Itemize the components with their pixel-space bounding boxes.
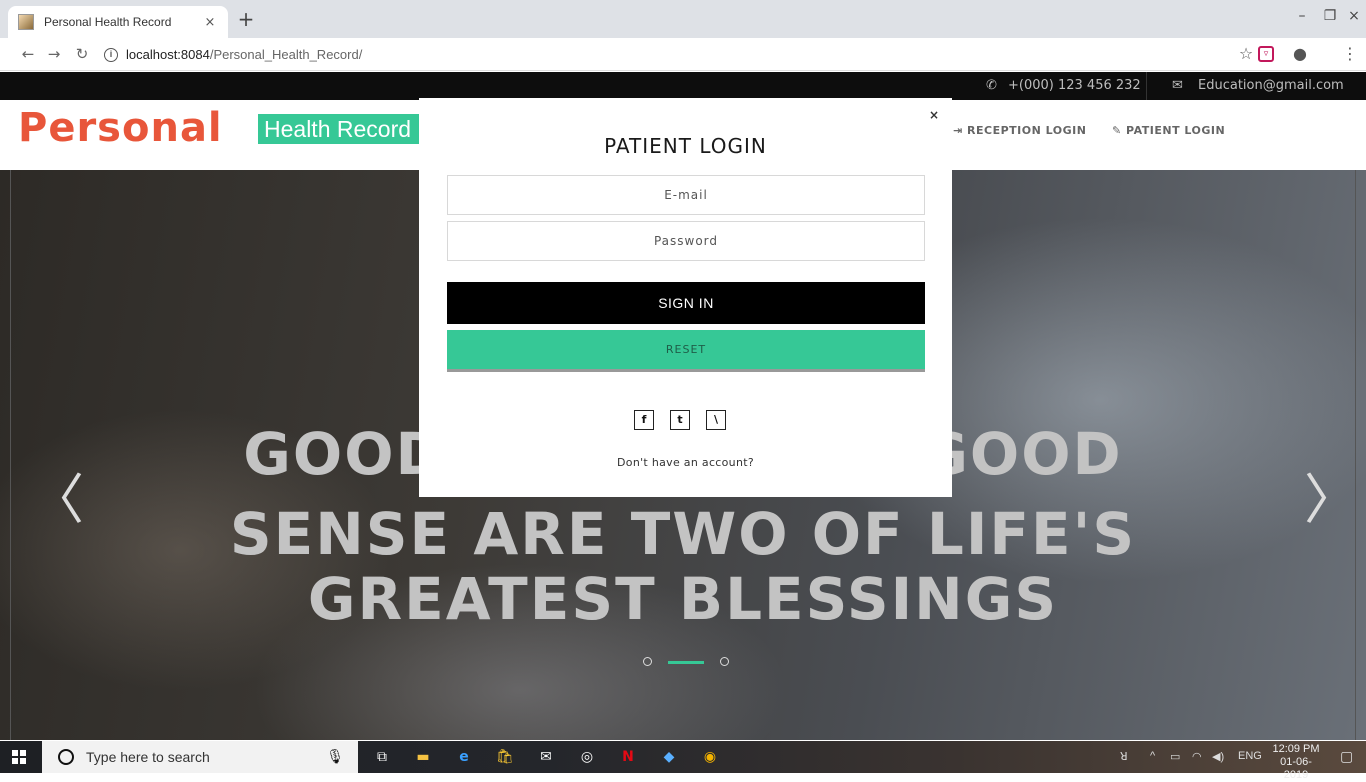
carousel-indicator-1[interactable] — [643, 657, 652, 666]
hero-heading-line-3: GREATEST BLESSINGS — [307, 565, 1059, 633]
browser-toolbar: ← → ↻ i localhost:8084/Personal_Health_R… — [0, 38, 1366, 71]
email-field[interactable] — [447, 175, 925, 215]
modal-title: PATIENT LOGIN — [604, 134, 767, 158]
browser-tab[interactable]: Personal Health Record × — [8, 6, 228, 38]
site-info-icon[interactable]: i — [104, 47, 118, 62]
microphone-icon[interactable]: 🎙 — [326, 749, 344, 765]
address-bar[interactable]: i localhost:8084/Personal_Health_Record/ — [104, 42, 1224, 67]
carousel-next-arrow-icon[interactable]: 〉 — [1304, 455, 1358, 534]
hero-heading-line-2: SENSE ARE TWO OF LIFE'S — [229, 500, 1137, 568]
logo-main-text[interactable]: Personal — [18, 105, 223, 151]
window-minimize-button[interactable]: – — [1292, 8, 1312, 24]
url-path: /Personal_Health_Record/ — [209, 47, 363, 62]
tab-title: Personal Health Record — [44, 15, 172, 29]
cortana-icon — [58, 749, 74, 765]
rss-icon[interactable]: \ — [706, 410, 726, 430]
reset-button[interactable]: RESET — [447, 330, 925, 372]
phone-number: +(000) 123 456 232 — [1008, 78, 1141, 93]
profile-avatar-icon[interactable]: ● — [1290, 44, 1310, 63]
nav-patient-login-label: PATIENT LOGIN — [1126, 124, 1226, 137]
url-text: localhost:8084/Personal_Health_Record/ — [126, 47, 362, 62]
sign-in-button[interactable]: SIGN IN — [447, 282, 925, 324]
sign-in-icon: ⇥ — [953, 124, 968, 137]
nav-reception-login-label: RECEPTION LOGIN — [967, 124, 1087, 137]
window-close-button[interactable]: × — [1344, 8, 1364, 24]
store-icon[interactable]: 🛍 — [495, 747, 515, 767]
nav-patient-login[interactable]: ✎ PATIENT LOGIN — [1112, 124, 1225, 137]
windows-start-icon[interactable] — [12, 750, 26, 764]
back-arrow-icon[interactable]: ← — [18, 45, 38, 63]
chrome-icon[interactable]: ◉ — [700, 747, 720, 767]
battery-icon: ▭ — [1170, 751, 1181, 763]
facebook-icon[interactable]: f — [634, 410, 654, 430]
phone-icon: ✆ — [986, 78, 997, 93]
carousel-prev-arrow-icon[interactable]: 〈 — [30, 455, 84, 534]
tab-close-icon[interactable]: × — [202, 15, 218, 30]
volume-icon[interactable]: ◀) — [1212, 750, 1224, 763]
window-maximize-button[interactable]: ❐ — [1320, 8, 1340, 24]
browser-menu-icon[interactable]: ⋮ — [1340, 44, 1360, 63]
browser-tab-strip: Personal Health Record × + – ❐ × — [0, 0, 1366, 38]
extension-icon[interactable]: ▿ — [1258, 46, 1274, 62]
patient-login-modal: × PATIENT LOGIN SIGN IN RESET f t \ Don'… — [419, 98, 952, 497]
url-host: localhost:8084 — [126, 47, 210, 62]
tray-chevron-icon[interactable]: ^ — [1150, 750, 1155, 762]
media-player-icon[interactable]: ◎ — [577, 747, 597, 767]
nav-reception-login[interactable]: ⇥ RECEPTION LOGIN — [953, 124, 1086, 137]
contact-bar: ✆ +(000) 123 456 232 ✉ Education@gmail.c… — [0, 72, 1366, 100]
people-icon[interactable]: ꓤ — [1120, 750, 1128, 763]
signup-link[interactable]: Don't have an account? — [419, 456, 952, 469]
edit-icon: ✎ — [1112, 124, 1127, 137]
netflix-icon[interactable]: N — [618, 747, 638, 767]
edge-browser-icon[interactable]: e — [454, 747, 474, 767]
language-indicator[interactable]: ENG — [1238, 750, 1262, 762]
forward-arrow-icon[interactable]: → — [44, 45, 64, 63]
wifi-icon[interactable]: ◠ — [1192, 750, 1202, 763]
carousel-indicator-active[interactable] — [668, 661, 704, 664]
bookmark-star-icon[interactable]: ☆ — [1236, 44, 1256, 63]
taskbar-clock[interactable]: 12:09 PM 01-06-2019 — [1268, 743, 1324, 782]
modal-close-icon[interactable]: × — [927, 108, 941, 122]
clock-time: 12:09 PM — [1272, 743, 1320, 755]
file-explorer-icon[interactable]: ▬ — [413, 747, 433, 767]
email-icon: ✉ — [1172, 78, 1183, 93]
carousel-indicator-3[interactable] — [720, 657, 729, 666]
new-tab-button[interactable]: + — [236, 9, 256, 29]
contact-divider — [1146, 72, 1147, 100]
reload-icon[interactable]: ↻ — [72, 45, 92, 63]
task-view-icon[interactable]: ⧉ — [372, 747, 392, 767]
logo-sub-text[interactable]: Health Record — [258, 114, 438, 144]
password-field[interactable] — [447, 221, 925, 261]
windows-taskbar: Type here to search 🎙 ⧉ ▬ e 🛍 ✉ ◎ N ◆ ◉ … — [0, 741, 1366, 781]
taskbar-search-placeholder: Type here to search — [86, 749, 210, 765]
3d-viewer-icon[interactable]: ◆ — [659, 747, 679, 767]
notification-icon[interactable]: ▢ — [1340, 748, 1353, 765]
contact-email[interactable]: Education@gmail.com — [1198, 78, 1344, 93]
clock-date: 01-06-2019 — [1280, 756, 1312, 781]
taskbar-search[interactable]: Type here to search 🎙 — [42, 741, 358, 773]
mail-icon[interactable]: ✉ — [536, 747, 556, 767]
twitter-icon[interactable]: t — [670, 410, 690, 430]
site-favicon-icon — [18, 14, 34, 30]
